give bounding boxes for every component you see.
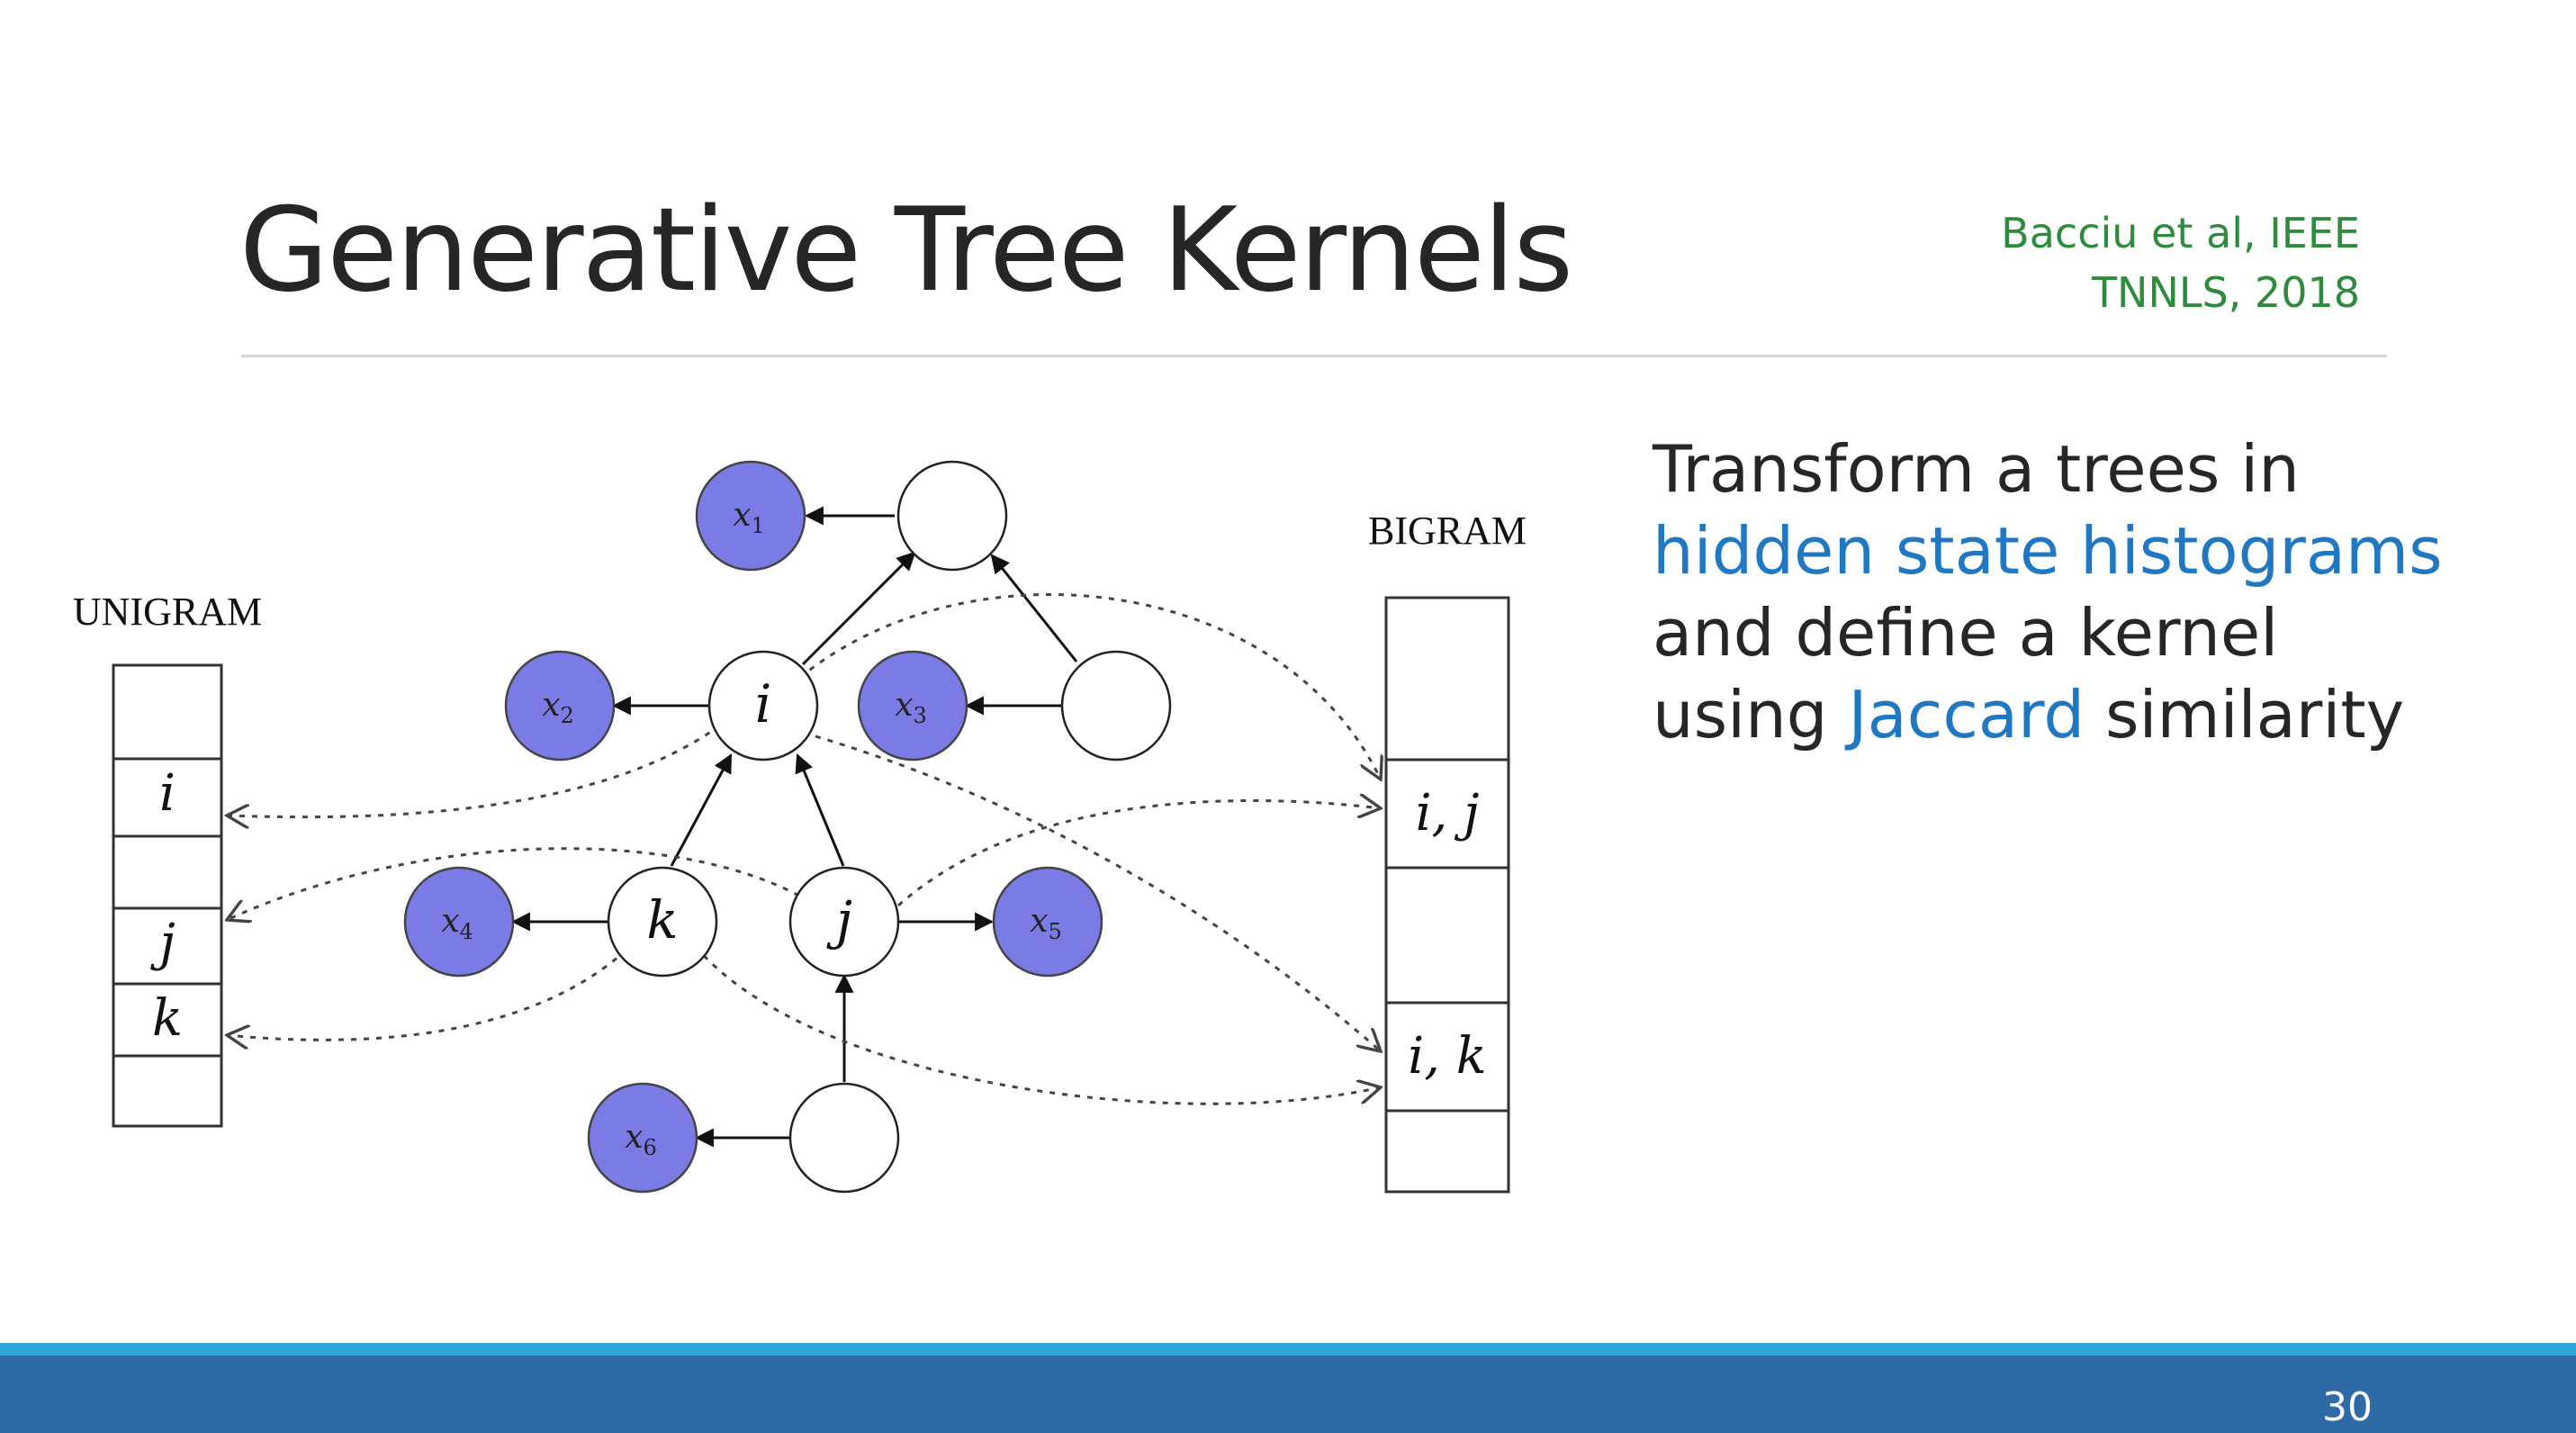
mapping-arrow: [897, 800, 1381, 907]
unigram-histogram: i j k: [112, 663, 223, 1128]
bigram-cell: [1384, 1109, 1510, 1194]
observed-nodes: x1 x2 x3 x4 x5 x6: [403, 460, 1103, 1194]
unigram-heading: UNIGRAM: [73, 590, 262, 634]
mapping-arrow: [227, 724, 721, 817]
tree-kernel-diagram: UNIGRAM i j k BIGRAM i, j i, k i k j x1 …: [73, 460, 1527, 1194]
unigram-label-k: k: [152, 989, 183, 1048]
unigram-cell: [112, 1054, 223, 1128]
tree-edges: [510, 506, 1078, 1148]
hidden-node-leaf: [788, 1082, 900, 1194]
bigram-cell: [1384, 596, 1510, 762]
mapping-arrow: [815, 735, 1381, 1051]
unigram-cell: [112, 663, 223, 761]
footer-bar: [0, 1356, 2576, 1433]
unigram-cell: [112, 834, 223, 910]
bigram-heading: BIGRAM: [1368, 509, 1527, 553]
bigram-label-ij: i, j: [1416, 784, 1480, 843]
unigram-label-i: i: [159, 764, 176, 823]
edge: [670, 753, 733, 867]
bigram-label-ik: i, k: [1408, 1027, 1486, 1086]
hidden-node-right: [1060, 650, 1172, 762]
node-label-k: k: [646, 889, 678, 951]
bigram-cell: [1384, 866, 1510, 1005]
mapping-arrow: [227, 847, 811, 920]
hidden-node-root: [896, 460, 1008, 572]
page-number: 30: [2322, 1384, 2373, 1430]
edge: [990, 554, 1078, 662]
bigram-histogram: i, j i, k: [1384, 596, 1510, 1194]
node-label-i: i: [755, 673, 772, 735]
edge: [801, 551, 916, 666]
footer-accent-stripe: [0, 1343, 2576, 1356]
edge: [795, 753, 845, 867]
